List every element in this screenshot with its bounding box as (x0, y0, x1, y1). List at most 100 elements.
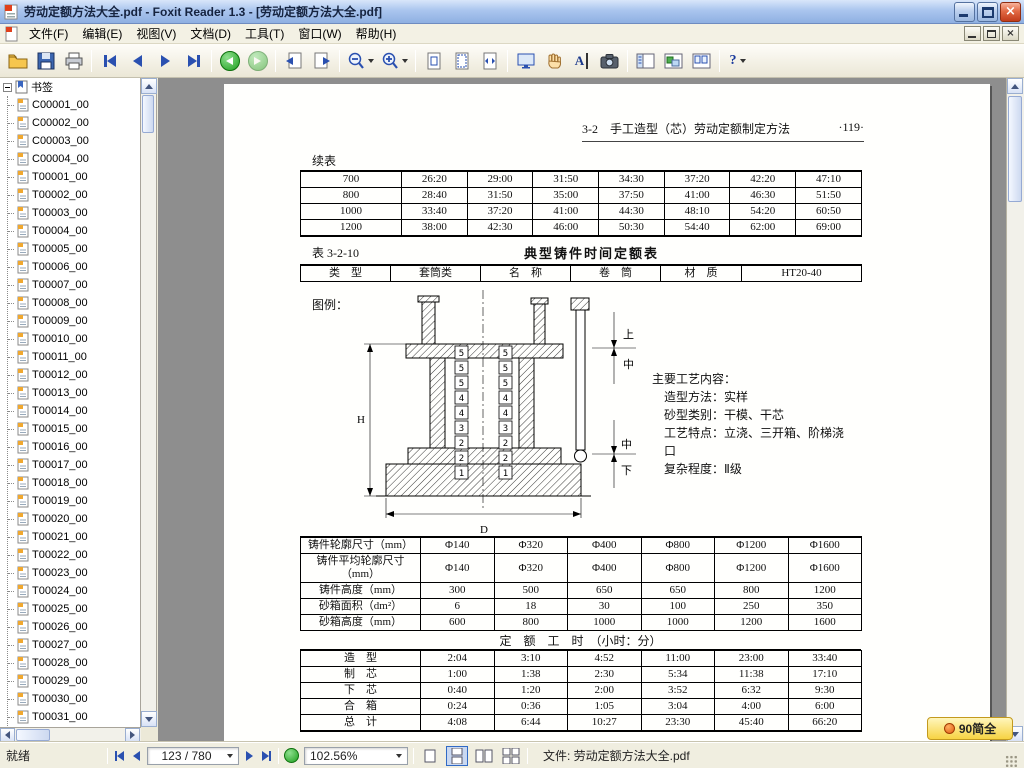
previous-view-button[interactable] (280, 47, 307, 74)
bookmark-item[interactable]: T00023_00 (8, 564, 140, 582)
facing-view-button[interactable] (473, 746, 495, 766)
status-last-page-button[interactable] (260, 749, 273, 763)
print-button[interactable] (60, 47, 87, 74)
continuous-view-button[interactable] (446, 745, 468, 766)
scroll-left-button[interactable] (0, 728, 15, 742)
bookmark-item[interactable]: T00013_00 (8, 384, 140, 402)
bookmark-item[interactable]: T00016_00 (8, 438, 140, 456)
bookmarks-scrollbar-horizontal[interactable] (0, 727, 157, 742)
bookmark-item[interactable]: T00001_00 (8, 168, 140, 186)
bookmark-page-icon (17, 332, 29, 346)
bookmark-item[interactable]: T00028_00 (8, 654, 140, 672)
first-page-button[interactable] (96, 47, 123, 74)
actual-size-button[interactable] (420, 47, 447, 74)
bookmark-item[interactable]: T00014_00 (8, 402, 140, 420)
next-page-button[interactable] (152, 47, 179, 74)
status-previous-page-button[interactable] (131, 749, 142, 763)
bookmark-item[interactable]: T00021_00 (8, 528, 140, 546)
fit-width-button[interactable] (476, 47, 503, 74)
menu-item[interactable]: 帮助(H) (349, 25, 404, 43)
resize-grip[interactable] (1005, 755, 1018, 768)
scroll-right-button[interactable] (125, 728, 140, 742)
status-first-page-button[interactable] (113, 749, 126, 763)
status-go-icon[interactable] (284, 748, 299, 763)
bookmark-item[interactable]: T00029_00 (8, 672, 140, 690)
go-back-button[interactable] (216, 47, 243, 74)
child-minimize-button[interactable] (964, 26, 981, 41)
bookmark-item[interactable]: T00008_00 (8, 294, 140, 312)
bookmark-item[interactable]: T00012_00 (8, 366, 140, 384)
child-close-button[interactable]: × (1002, 26, 1019, 41)
scroll-up-button[interactable] (141, 78, 157, 94)
bookmark-item[interactable]: T00031_00 (8, 708, 140, 726)
bookmark-item[interactable]: T00017_00 (8, 456, 140, 474)
snapshot-button[interactable] (596, 47, 623, 74)
bookmark-item[interactable]: T00006_00 (8, 258, 140, 276)
minimize-button[interactable] (954, 1, 975, 22)
ime-status-badge[interactable]: 90简全 (927, 717, 1013, 740)
bookmark-item[interactable]: T00019_00 (8, 492, 140, 510)
menu-item[interactable]: 窗口(W) (291, 25, 348, 43)
menu-item[interactable]: 文件(F) (22, 25, 75, 43)
select-text-button[interactable]: A (568, 47, 595, 74)
bookmark-item[interactable]: T00010_00 (8, 330, 140, 348)
menu-item[interactable]: 视图(V) (129, 25, 183, 43)
bookmark-item[interactable]: T00009_00 (8, 312, 140, 330)
zoom-in-button[interactable] (378, 47, 411, 74)
bookmark-item[interactable]: T00022_00 (8, 546, 140, 564)
bookmark-item[interactable]: C00002_00 (8, 114, 140, 132)
bookmark-item[interactable]: T00018_00 (8, 474, 140, 492)
scrollbar-thumb[interactable] (16, 729, 50, 741)
full-screen-button[interactable] (512, 47, 539, 74)
bookmark-item[interactable]: T00026_00 (8, 618, 140, 636)
bookmark-item[interactable]: C00004_00 (8, 150, 140, 168)
scrollbar-thumb[interactable] (142, 95, 154, 133)
bookmark-item[interactable]: C00003_00 (8, 132, 140, 150)
bookmark-item[interactable]: T00002_00 (8, 186, 140, 204)
menu-item[interactable]: 编辑(E) (75, 25, 129, 43)
scroll-down-button[interactable] (141, 711, 157, 727)
bookmark-item[interactable]: C00001_00 (8, 96, 140, 114)
go-forward-button[interactable] (244, 47, 271, 74)
document-area[interactable]: 3-2 手工造型（芯）劳动定额制定方法 ·119· 续表 700 26:20 29:… (158, 78, 1006, 742)
bookmark-item[interactable]: T00005_00 (8, 240, 140, 258)
single-page-view-button[interactable] (419, 746, 441, 766)
help-button[interactable]: ? (724, 47, 751, 74)
bookmarks-panel-button[interactable] (632, 47, 659, 74)
bookmarks-root-node[interactable]: 书签 (0, 78, 140, 96)
maximize-button[interactable] (977, 1, 998, 22)
bookmark-item[interactable]: T00011_00 (8, 348, 140, 366)
bookmark-item[interactable]: T00004_00 (8, 222, 140, 240)
menu-item[interactable]: 文档(D) (183, 25, 238, 43)
last-page-button[interactable] (180, 47, 207, 74)
bookmark-item[interactable]: T00007_00 (8, 276, 140, 294)
save-button[interactable] (32, 47, 59, 74)
bookmark-item[interactable]: T00003_00 (8, 204, 140, 222)
continuous-facing-view-button[interactable] (500, 746, 522, 766)
child-restore-button[interactable] (983, 26, 1000, 41)
bookmark-item[interactable]: T00030_00 (8, 690, 140, 708)
zoom-level-box[interactable]: 102.56% (304, 746, 408, 765)
next-view-button[interactable] (308, 47, 335, 74)
bookmark-item[interactable]: T00020_00 (8, 510, 140, 528)
scroll-up-button[interactable] (1007, 78, 1023, 94)
hand-tool-button[interactable] (540, 47, 567, 74)
document-scrollbar-vertical[interactable] (1006, 78, 1024, 742)
bookmarks-scrollbar-vertical[interactable] (141, 78, 157, 727)
fit-page-button[interactable] (448, 47, 475, 74)
menu-item[interactable]: 工具(T) (238, 25, 291, 43)
layers-panel-button[interactable] (660, 47, 687, 74)
bookmark-item[interactable]: T00025_00 (8, 600, 140, 618)
collapse-expander-icon[interactable] (3, 82, 12, 92)
scrollbar-thumb[interactable] (1008, 96, 1022, 202)
pages-panel-button[interactable] (688, 47, 715, 74)
previous-page-button[interactable] (124, 47, 151, 74)
bookmark-item[interactable]: T00015_00 (8, 420, 140, 438)
bookmark-item[interactable]: T00024_00 (8, 582, 140, 600)
open-button[interactable] (4, 47, 31, 74)
status-next-page-button[interactable] (244, 749, 255, 763)
zoom-out-button[interactable] (344, 47, 377, 74)
page-number-box[interactable]: 123 / 780 (147, 746, 239, 765)
close-button[interactable]: × (1000, 1, 1021, 22)
bookmark-item[interactable]: T00027_00 (8, 636, 140, 654)
